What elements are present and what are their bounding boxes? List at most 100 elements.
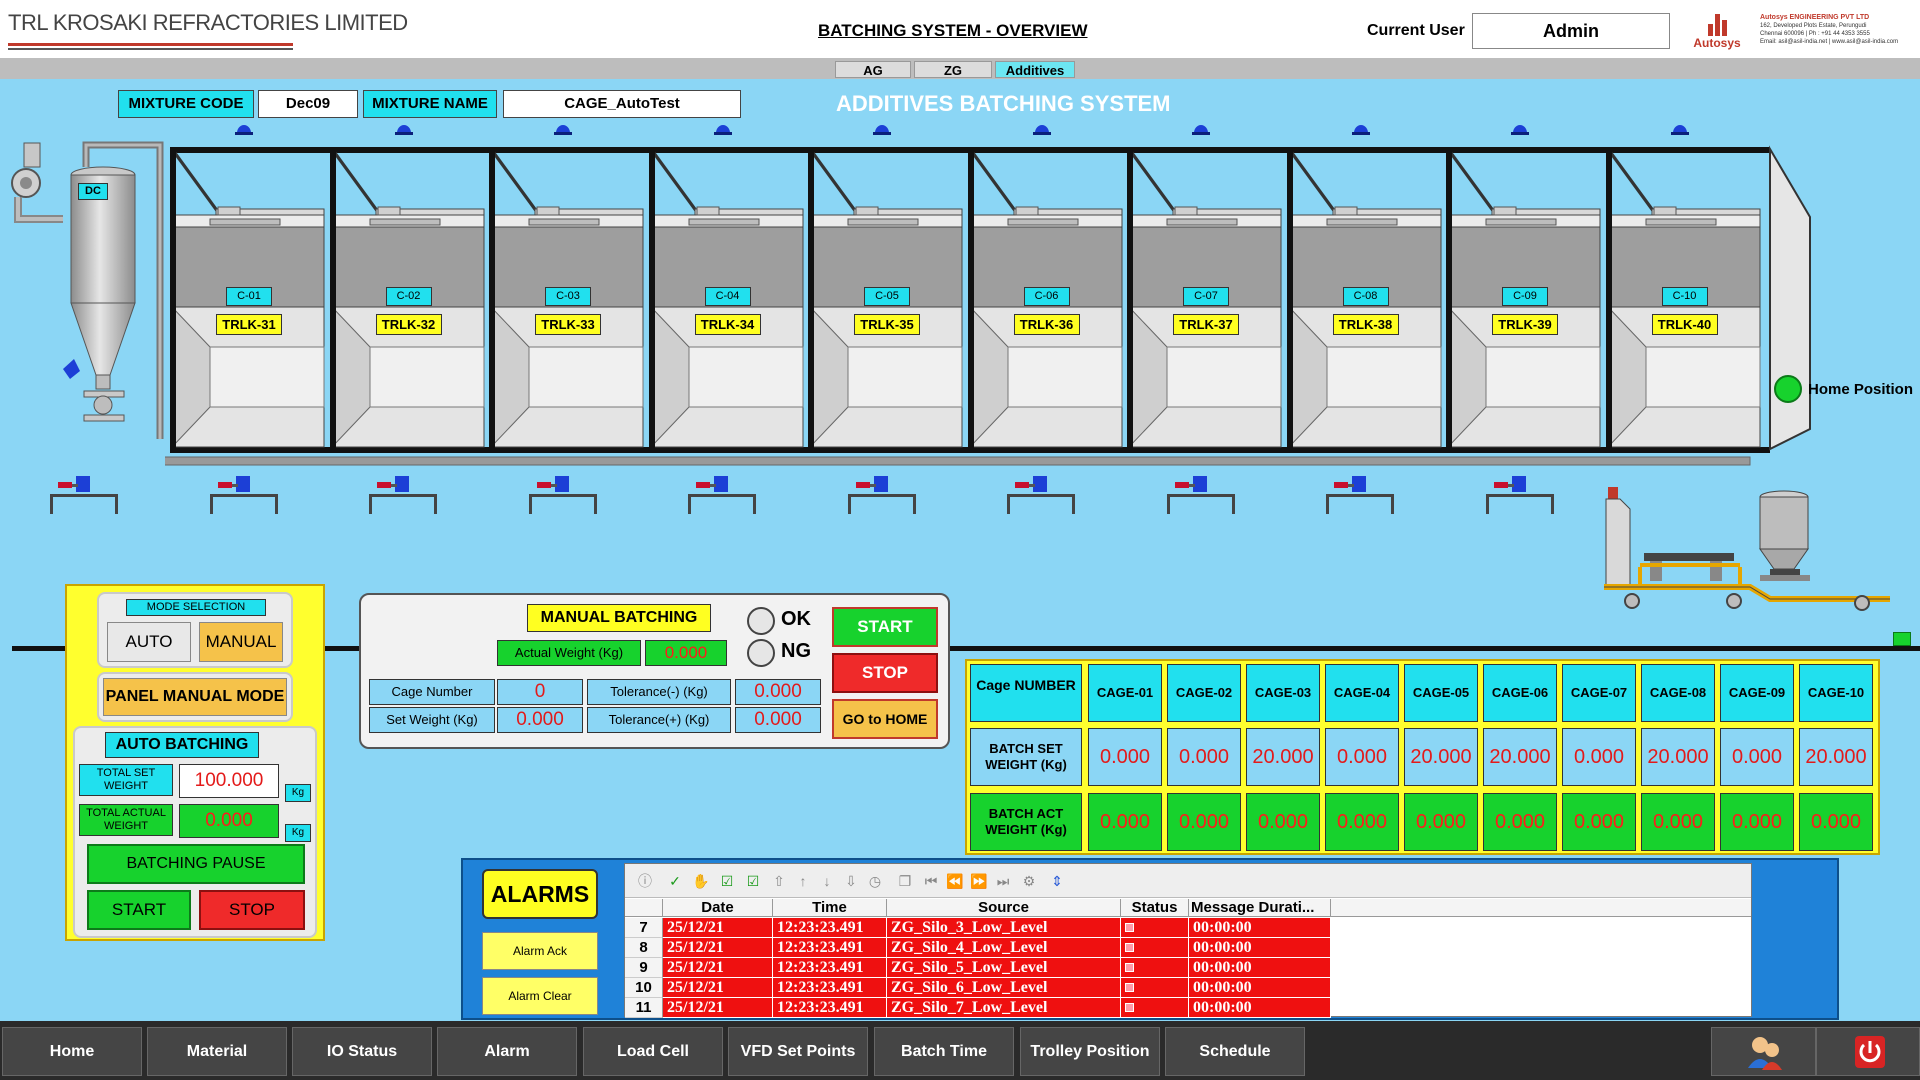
cage-code-label: C-06 bbox=[1023, 287, 1070, 306]
alarms-title: ALARMS bbox=[482, 869, 598, 919]
alarm-duration: 00:00:00 bbox=[1189, 938, 1331, 958]
nav-io-status[interactable]: IO Status bbox=[292, 1027, 432, 1076]
column-date[interactable]: Date bbox=[663, 899, 773, 917]
nav-material[interactable]: Material bbox=[147, 1027, 287, 1076]
alarm-row[interactable]: 7 25/12/21 12:23:23.491 ZG_Silo_3_Low_Level… bbox=[625, 918, 1751, 938]
set-weight-field[interactable]: 0.000 bbox=[497, 707, 583, 733]
column-status[interactable]: Status bbox=[1121, 899, 1189, 917]
move-up-icon[interactable]: ↑ bbox=[793, 871, 813, 891]
user-login-button[interactable] bbox=[1711, 1027, 1816, 1076]
go-to-home-button[interactable]: GO to HOME bbox=[832, 699, 938, 739]
alarm-row[interactable]: 9 25/12/21 12:23:23.491 ZG_Silo_5_Low_Level… bbox=[625, 958, 1751, 978]
tolerance-minus-field[interactable]: 0.000 bbox=[735, 679, 821, 705]
mixture-name-label: MIXTURE NAME bbox=[363, 90, 497, 118]
nav-batch-time[interactable]: Batch Time bbox=[874, 1027, 1014, 1076]
tab-additives[interactable]: Additives bbox=[995, 61, 1075, 78]
cage-trolley-label: TRLK-38 bbox=[1332, 314, 1399, 335]
tab-zg[interactable]: ZG bbox=[914, 61, 992, 78]
auto-start-button[interactable]: START bbox=[87, 890, 191, 930]
discharge-valve-icon bbox=[206, 474, 286, 516]
system-title: ADDITIVES BATCHING SYSTEM bbox=[836, 91, 1171, 116]
batching-pause-button[interactable]: BATCHING PAUSE bbox=[87, 844, 305, 884]
scroll-icon[interactable]: ⇕ bbox=[1047, 871, 1067, 891]
nav-vfd-set-points[interactable]: VFD Set Points bbox=[728, 1027, 868, 1076]
next-icon[interactable]: ⏩ bbox=[969, 871, 989, 891]
alarm-time: 12:23:23.491 bbox=[773, 978, 887, 998]
help-icon[interactable]: ⓘ bbox=[635, 871, 655, 891]
clock-icon[interactable]: ◷ bbox=[865, 871, 885, 891]
column-message-duration[interactable]: Message Durati... bbox=[1189, 899, 1331, 917]
panel-manual-mode-button[interactable]: PANEL MANUAL MODE bbox=[103, 678, 287, 716]
manual-start-button[interactable]: START bbox=[832, 607, 938, 647]
hand-icon[interactable]: ✋ bbox=[691, 871, 711, 891]
previous-icon[interactable]: ⏪ bbox=[945, 871, 965, 891]
check-all-icon[interactable]: ☑ bbox=[743, 871, 763, 891]
nav-trolley-position[interactable]: Trolley Position bbox=[1020, 1027, 1160, 1076]
cage-column-header: CAGE-10 bbox=[1799, 664, 1873, 722]
alarm-ack-button[interactable]: Alarm Ack bbox=[482, 932, 598, 970]
auto-mode-button[interactable]: AUTO bbox=[107, 622, 191, 662]
tab-ag[interactable]: AG bbox=[835, 61, 911, 78]
settings-icon[interactable]: ⚙ bbox=[1019, 871, 1039, 891]
beacon-light-icon bbox=[713, 119, 733, 135]
alarm-row[interactable]: 11 25/12/21 12:23:23.491 ZG_Silo_7_Low_Leve… bbox=[625, 998, 1751, 1018]
alarm-clear-button[interactable]: Alarm Clear bbox=[482, 977, 598, 1015]
trolley bbox=[1600, 487, 1900, 627]
nav-alarm[interactable]: Alarm bbox=[437, 1027, 577, 1076]
alarm-header: Date Time Source Status Message Durati..… bbox=[625, 899, 1751, 917]
alarm-date: 25/12/21 bbox=[663, 938, 773, 958]
cage-weight-table: Cage NUMBER BATCH SET WEIGHT (Kg) BATCH … bbox=[965, 659, 1880, 855]
auto-batching-title: AUTO BATCHING bbox=[105, 732, 259, 758]
beacon-light-icon bbox=[234, 119, 254, 135]
alarm-time: 12:23:23.491 bbox=[773, 938, 887, 958]
column-source[interactable]: Source bbox=[887, 899, 1121, 917]
check-list-icon[interactable]: ☑ bbox=[717, 871, 737, 891]
auto-stop-button[interactable]: STOP bbox=[199, 890, 305, 930]
move-top-icon[interactable]: ⇧ bbox=[769, 871, 789, 891]
cage-trolley-label: TRLK-40 bbox=[1651, 314, 1718, 335]
cage-code-label: C-03 bbox=[545, 287, 591, 306]
mixture-name-field[interactable]: CAGE_AutoTest bbox=[503, 90, 741, 118]
copy-icon[interactable]: ❐ bbox=[895, 871, 915, 891]
beacon-light-icon bbox=[1032, 119, 1052, 135]
first-icon[interactable]: ⏮ bbox=[921, 871, 941, 891]
alarm-source: ZG_Silo_3_Low_Level bbox=[887, 918, 1121, 938]
cage-trolley-label: TRLK-32 bbox=[375, 314, 442, 335]
screen-tab-strip: AG ZG Additives bbox=[0, 58, 1920, 79]
nav-load-cell[interactable]: Load Cell bbox=[583, 1027, 723, 1076]
cage-number-field[interactable]: 0 bbox=[497, 679, 583, 705]
manual-batching-panel: MANUAL BATCHING Actual Weight (Kg) 0.000… bbox=[359, 593, 950, 749]
column-time[interactable]: Time bbox=[773, 899, 887, 917]
cage-row: C-01 TRLK-31 C-02 TRLK-32 C-03 TRLK-33 C-04 TRL… bbox=[165, 119, 1815, 479]
alarm-row[interactable]: 8 25/12/21 12:23:23.491 ZG_Silo_4_Low_Level… bbox=[625, 938, 1751, 958]
move-bottom-icon[interactable]: ⇩ bbox=[841, 871, 861, 891]
power-icon bbox=[1855, 1036, 1885, 1068]
alarm-duration: 00:00:00 bbox=[1189, 978, 1331, 998]
tolerance-minus-label: Tolerance(-) (Kg) bbox=[587, 679, 731, 705]
total-actual-weight-value: 0.000 bbox=[179, 804, 279, 838]
batch-set-weight-header: BATCH SET WEIGHT (Kg) bbox=[970, 728, 1082, 786]
user-icon bbox=[1748, 1037, 1782, 1070]
manual-stop-button[interactable]: STOP bbox=[832, 653, 938, 693]
manual-mode-button[interactable]: MANUAL bbox=[199, 622, 283, 662]
beacon-light-icon bbox=[394, 119, 414, 135]
vendor-logo-word: Autosys bbox=[1693, 36, 1741, 50]
batch-set-weight-cell: 0.000 bbox=[1088, 728, 1162, 786]
alarm-status-icon bbox=[1125, 923, 1134, 932]
last-icon[interactable]: ⏭ bbox=[993, 871, 1013, 891]
nav-home[interactable]: Home bbox=[2, 1027, 142, 1076]
power-button[interactable] bbox=[1816, 1027, 1920, 1076]
alarm-row-number: 7 bbox=[625, 918, 663, 938]
nav-schedule[interactable]: Schedule bbox=[1165, 1027, 1305, 1076]
alarm-row[interactable]: 10 25/12/21 12:23:23.491 ZG_Silo_6_Low_Leve… bbox=[625, 978, 1751, 998]
tolerance-plus-field[interactable]: 0.000 bbox=[735, 707, 821, 733]
cage-code-label: C-04 bbox=[704, 287, 751, 306]
cage-code-label: C-05 bbox=[864, 287, 910, 306]
beacon-light-icon bbox=[1351, 119, 1371, 135]
alarm-source: ZG_Silo_7_Low_Level bbox=[887, 998, 1121, 1018]
total-set-weight-value: 100.000 bbox=[179, 764, 279, 798]
home-position-indicator bbox=[1774, 375, 1802, 403]
mixture-code-field[interactable]: Dec09 bbox=[258, 90, 358, 118]
acknowledge-icon[interactable]: ✓ bbox=[665, 871, 685, 891]
move-down-icon[interactable]: ↓ bbox=[817, 871, 837, 891]
